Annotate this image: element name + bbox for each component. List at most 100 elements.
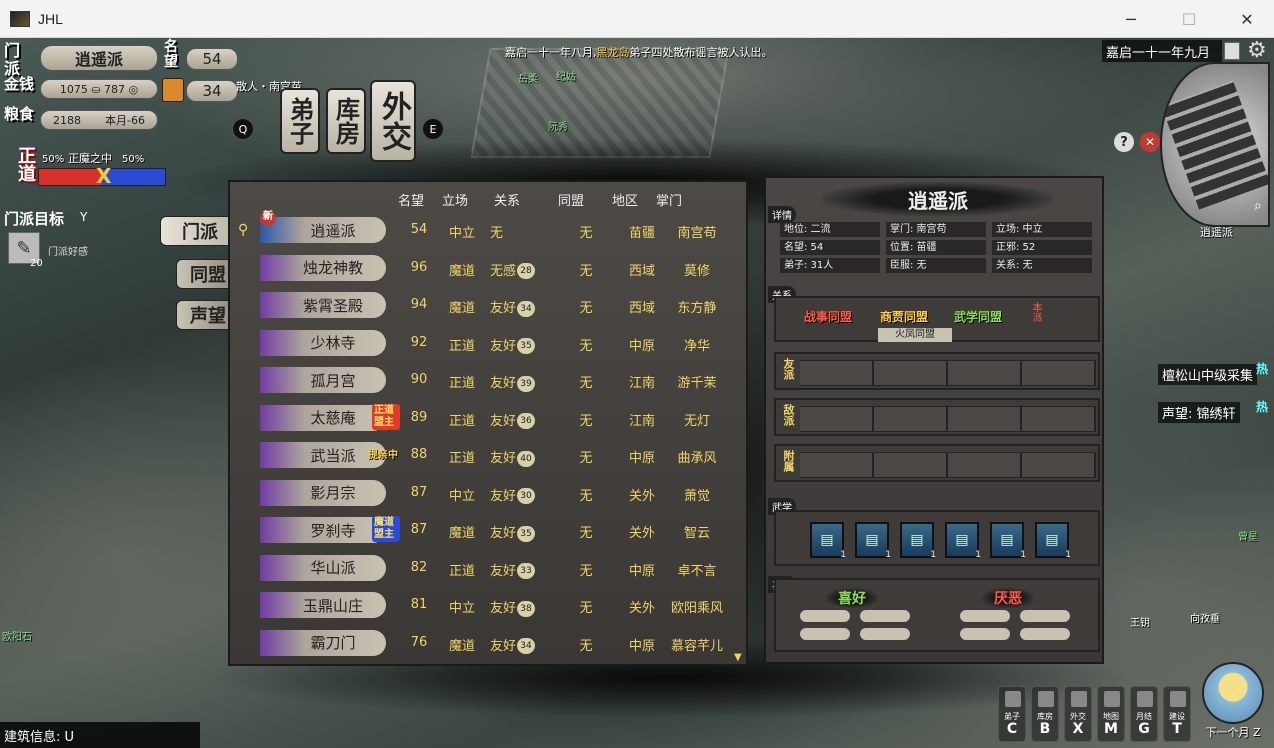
skill-book-icon[interactable]: ▤ 1 [900,522,936,560]
heart-icon: 40 [517,450,536,467]
goal-title[interactable]: 门派目标 [4,208,64,229]
bottom-button[interactable]: 建设 T [1163,686,1191,742]
dislike-slot[interactable] [1020,610,1070,622]
righteous-leader-badge: 正道盟主 [372,403,400,430]
table-row[interactable]: 罗刹寺 魔道盟主 87 魔道 友好 35 无 关外 智云 [230,514,746,548]
war-alliance-tag[interactable]: 战事同盟 [804,308,852,325]
grain-label: 粮食 [4,105,35,123]
close-panel-button[interactable]: ✕ [1140,132,1160,152]
bottom-button-icon [1170,691,1186,707]
search-icon[interactable]: ⌕ [1254,198,1262,214]
like-slot[interactable] [860,628,910,640]
table-row[interactable]: 霸刀门 76 魔道 友好 34 无 中原 慕容芊儿 [230,627,746,661]
bottom-button[interactable]: 外交 X [1064,686,1092,742]
help-button[interactable]: ? [1114,132,1134,152]
sect-name-plate[interactable]: 华山派 [260,554,386,581]
sect-name-plate[interactable]: 烛龙神教 [260,254,386,281]
enemy-slots[interactable] [800,406,1096,432]
map-npc-label[interactable]: 王钥 [1130,614,1150,629]
close-window-button[interactable]: ✕ [1218,0,1274,38]
sect-name-plate[interactable]: 玉鼎山庄 [260,592,386,618]
skill-book-icon[interactable]: ▤ 1 [810,522,846,560]
map-npc-label[interactable]: 阮秀 [548,118,568,133]
bottom-button-key: M [1104,721,1118,737]
scroll-down-icon[interactable]: ▼ [734,652,742,663]
table-row[interactable]: 少林寺 92 正道 友好 35 无 中原 净华 [230,327,746,361]
tab-diplomacy[interactable]: 外交 [370,80,416,162]
table-row[interactable]: 玉鼎山庄 81 中立 友好 38 无 关外 欧阳乘风 [230,589,746,623]
bottom-button[interactable]: 弟子 C [998,686,1026,742]
task-item[interactable]: 檀松山中级采集 [1158,364,1258,385]
skill-book-icon[interactable]: ▤ 1 [945,522,981,560]
minimap-grid [1162,80,1268,210]
sect-name-plate[interactable]: 太慈庵 [260,404,386,431]
bottom-button[interactable]: 月结 G [1130,686,1158,742]
martial-alliance-tag[interactable]: 武学同盟 [954,308,1002,325]
like-slot[interactable] [800,628,850,640]
table-row[interactable]: 孤月宫 90 正道 友好 39 无 江南 游千茉 [230,364,746,398]
bottom-button[interactable]: 库房 B [1031,686,1059,742]
goal-hotkey: Y [80,210,88,224]
preferences-box: 喜好 厌恶 [774,578,1100,652]
skill-book-icon[interactable]: ▤ 1 [1035,522,1071,560]
minimize-button[interactable]: ─ [1102,0,1160,38]
maximize-button[interactable]: ☐ [1160,0,1218,38]
skill-book-icon[interactable]: ▤ 1 [855,522,891,560]
log-book-icon[interactable] [1224,42,1240,60]
likes-title: 喜好 [826,588,878,608]
settings-gear-icon[interactable]: ⚙ [1247,38,1273,64]
sect-name-plate[interactable]: 少林寺 [260,329,386,356]
prev-tab-key[interactable]: Q [232,118,254,140]
next-tab-key[interactable]: E [422,118,444,140]
map-npc-label[interactable]: 纪姑 [556,68,576,83]
dislike-slot[interactable] [960,628,1010,640]
fire-alliance-tag[interactable]: 火凤同盟 [878,328,952,342]
bottom-button-icon [1137,691,1153,707]
tab-storage[interactable]: 库房 [326,88,366,154]
table-row[interactable]: 华山派 82 正道 友好 33 无 中原 卓不言 [230,552,746,586]
sect-name-plate[interactable]: 罗刹寺 [260,517,386,543]
row-relation: 友好 38 [490,597,546,617]
friend-slots[interactable] [800,360,1096,386]
vassal-slots[interactable] [800,452,1096,478]
trade-alliance-tag[interactable]: 商贾同盟 [880,308,928,325]
table-row[interactable]: 武当派 提亲中 88 正道 友好 40 无 中原 曲承风 [230,439,746,473]
next-month-button[interactable]: 下一个月 Z [1198,660,1268,740]
proposal-badge: 提亲中 [368,450,398,461]
row-fame: 87 [410,522,428,537]
sect-name-plate[interactable]: 孤月宫 [260,367,386,393]
row-alliance: 无 [579,413,593,429]
skill-count: 1 [840,550,846,560]
skill-book-icon[interactable]: ▤ 1 [990,522,1026,560]
table-row[interactable]: 影月宗 87 中立 友好 30 无 关外 萧觉 [230,477,746,511]
bottom-button[interactable]: 地图 M [1097,686,1125,742]
build-info[interactable]: 建筑信息: U [0,722,200,748]
sect-name-plate[interactable]: 霸刀门 [260,629,386,656]
map-npc-label[interactable]: 岳柔 [518,70,538,85]
tab-disciple[interactable]: 弟子 [280,88,320,154]
task-item[interactable]: 声望: 锦绣轩 [1158,402,1240,423]
alignment-left-pct: 50% [42,154,65,165]
pin-icon: ⚲ [238,222,249,238]
map-npc-label[interactable]: 欧阳石 [2,628,32,643]
detail-info-cell: 名望: 54 [780,240,880,255]
table-row[interactable]: 紫霄圣殿 94 魔道 友好 34 无 西域 东方静 [230,289,746,323]
table-row[interactable]: ⚲ 逍遥派 新 54 中立 无 无 苗疆 南宫苟 [230,210,746,248]
heart-icon: 33 [517,563,536,579]
map-npc-label[interactable]: 曾星 [1238,528,1258,543]
dislike-slot[interactable] [1020,628,1070,640]
sect-name-plate[interactable]: 影月宗 [260,479,386,506]
row-leader: 智云 [683,526,710,541]
row-leader: 无灯 [683,413,710,429]
table-row[interactable]: 太慈庵 正道盟主 89 正道 友好 36 无 江南 无灯 [230,402,746,436]
table-row[interactable]: 烛龙神教 96 魔道 无感 28 无 西域 莫修 [230,252,746,286]
map-npc-label[interactable]: 向孜垂 [1190,610,1220,625]
dislike-slot[interactable] [960,610,1010,622]
row-region: 西域 [628,263,655,279]
sect-label: 门派 [4,41,21,78]
sect-name-plate[interactable]: 紫霄圣殿 [260,292,386,318]
row-alliance: 无 [579,301,593,316]
sect-name-plate[interactable]: 逍遥派 [260,217,386,243]
like-slot[interactable] [800,610,850,622]
like-slot[interactable] [860,610,910,622]
